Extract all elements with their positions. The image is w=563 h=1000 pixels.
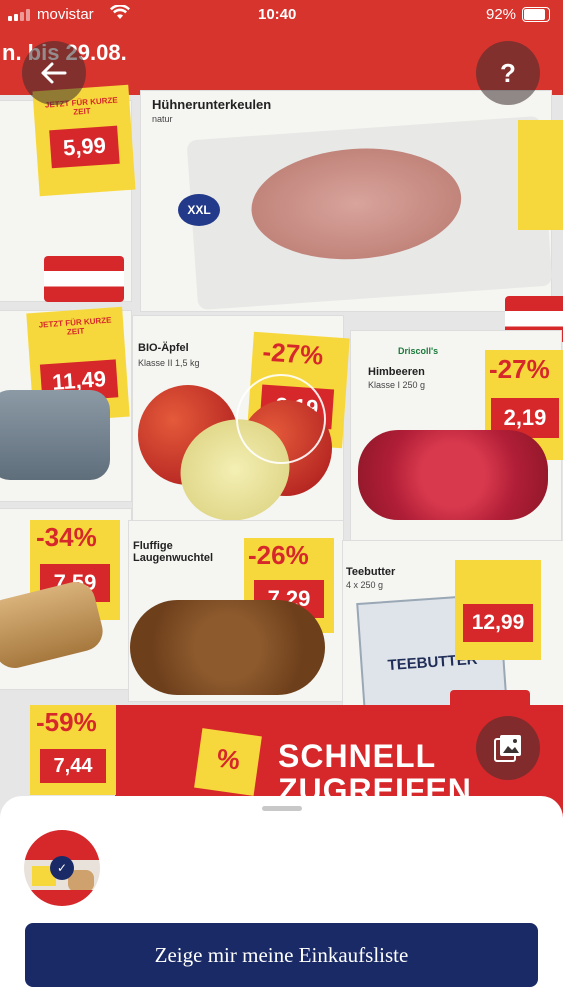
product-detail: Klasse I 250 g <box>368 380 426 390</box>
signal-icon <box>8 9 32 21</box>
product-name: Himbeeren <box>368 366 425 378</box>
status-bar: movistar 10:40 92% <box>0 0 563 28</box>
product-name: Teebutter <box>346 566 396 578</box>
percent-label: % <box>214 742 242 776</box>
product-detail: Klasse II 1,5 kg <box>138 358 200 368</box>
battery-icon <box>522 7 550 22</box>
product-name: Fluffige Laugenwuchtel <box>133 540 214 564</box>
price-tag: -59% 7,44 <box>30 705 116 795</box>
battery-percent: 92% <box>486 6 517 23</box>
product-brand: Driscoll's <box>398 346 439 356</box>
discount-label: -34% <box>36 522 97 552</box>
price-tag <box>518 120 563 230</box>
discount-label: -27% <box>261 336 325 371</box>
percent-badge: % <box>194 728 262 796</box>
show-shopping-list-button[interactable]: Zeige mir meine Einkaufsliste <box>25 923 538 987</box>
price-value: 5,99 <box>49 125 120 169</box>
focus-ring <box>236 374 326 464</box>
cta-label: Zeige mir meine Einkaufsliste <box>154 942 409 967</box>
price-value: 7,44 <box>40 749 106 783</box>
bottom-sheet: ✓ Zeige mir meine Einkaufsliste <box>0 796 563 1000</box>
camera-preview: n. bis 29.08. JETZT FÜR KURZE ZEIT 5,99 … <box>0 0 563 820</box>
discount-label: -59% <box>36 707 97 737</box>
product-name: BIO-Äpfel <box>138 342 189 354</box>
discount-label: -27% <box>489 354 550 384</box>
product-detail: 4 x 250 g <box>346 580 384 590</box>
help-button[interactable]: ? <box>476 41 540 105</box>
price-tag-label: JETZT FÜR KURZE ZEIT <box>38 315 112 337</box>
photo-gallery-icon <box>494 735 521 762</box>
discount-label: -26% <box>248 540 309 570</box>
price-value: 12,99 <box>463 604 533 642</box>
pretzel-image <box>130 600 325 695</box>
raspberries-image <box>358 430 548 520</box>
help-icon: ? <box>500 57 516 88</box>
xxl-badge: XXL <box>178 194 220 226</box>
arrow-left-icon <box>41 62 67 84</box>
fish-image <box>0 390 110 480</box>
product-detail: natur <box>152 114 173 124</box>
carrier-label: movistar <box>37 6 94 23</box>
price-tag: 12,99 <box>455 560 541 660</box>
clock: 10:40 <box>258 6 297 23</box>
banner-line1: SCHNELL <box>278 738 437 774</box>
check-badge: ✓ <box>50 856 74 880</box>
chicken-image <box>186 115 553 311</box>
check-icon: ✓ <box>56 861 68 875</box>
austria-heart-logo <box>44 256 124 302</box>
sheet-drag-handle[interactable] <box>262 806 302 811</box>
wifi-icon <box>110 4 130 25</box>
back-button[interactable] <box>22 41 86 105</box>
photo-gallery-button[interactable] <box>476 716 540 780</box>
product-name: Hühnerunterkeulen <box>152 97 272 112</box>
scan-thumbnail[interactable]: ✓ <box>24 830 100 906</box>
